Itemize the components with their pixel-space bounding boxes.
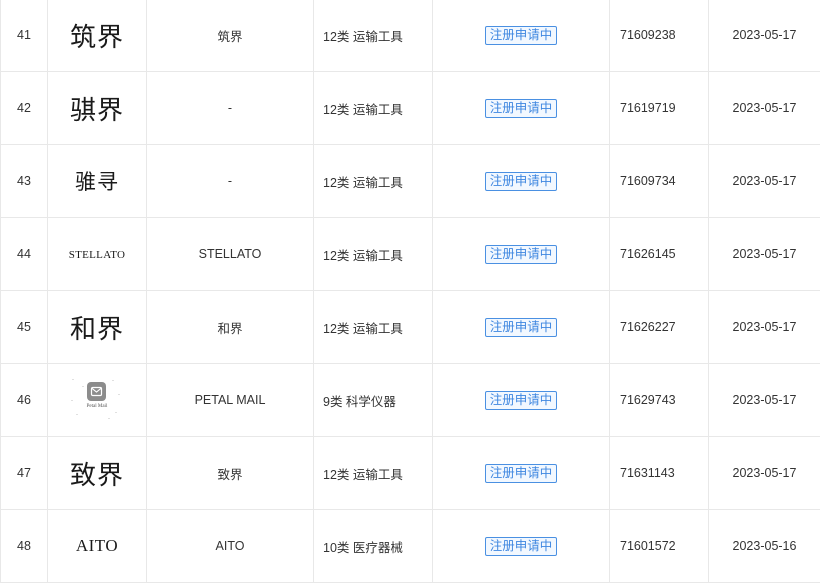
status-badge: 注册申请中 — [485, 99, 558, 118]
logo-text: 骓寻 — [75, 170, 119, 194]
application-date: 2023-05-16 — [709, 510, 820, 583]
table-row[interactable]: 43 骓寻 - 12类 运输工具 注册申请中 71609734 2023-05-… — [1, 145, 820, 218]
logo-text: 骐界 — [70, 96, 124, 126]
row-number: 45 — [1, 291, 48, 364]
trademark-name: - — [147, 145, 314, 218]
logo-text: 致界 — [70, 461, 124, 491]
trademark-logo: AITO — [48, 510, 147, 583]
trademark-class: 12类 运输工具 — [314, 145, 433, 218]
logo-text: STELLATO — [69, 249, 126, 261]
trademark-logo: STELLATO — [48, 218, 147, 291]
row-number: 41 — [1, 0, 48, 72]
table-row[interactable]: 45 和界 和界 12类 运输工具 注册申请中 71626227 2023-05… — [1, 291, 820, 364]
trademark-name: - — [147, 72, 314, 145]
table-row[interactable]: 41 筑界 筑界 12类 运输工具 注册申请中 71609238 2023-05… — [1, 0, 820, 72]
status-badge: 注册申请中 — [485, 245, 558, 264]
row-number: 43 — [1, 145, 48, 218]
trademark-logo: 筑界 — [48, 0, 147, 72]
registration-number: 71631143 — [610, 437, 709, 510]
trademark-logo: Petal Mail — [48, 364, 147, 437]
status-badge: 注册申请中 — [485, 172, 558, 191]
trademark-name: 致界 — [147, 437, 314, 510]
registration-number: 71601572 — [610, 510, 709, 583]
application-date: 2023-05-17 — [709, 0, 820, 72]
row-number: 47 — [1, 437, 48, 510]
status-badge: 注册申请中 — [485, 26, 558, 45]
registration-number: 71609238 — [610, 0, 709, 72]
trademark-name: PETAL MAIL — [147, 364, 314, 437]
trademark-class: 12类 运输工具 — [314, 291, 433, 364]
table-row[interactable]: 42 骐界 - 12类 运输工具 注册申请中 71619719 2023-05-… — [1, 72, 820, 145]
registration-number: 71626145 — [610, 218, 709, 291]
table-row[interactable]: 46 Petal — [1, 364, 820, 437]
trademark-name: AITO — [147, 510, 314, 583]
application-date: 2023-05-17 — [709, 364, 820, 437]
mail-app-icon — [87, 382, 106, 401]
status-badge: 注册申请中 — [485, 464, 558, 483]
trademark-logo: 致界 — [48, 437, 147, 510]
trademark-class: 12类 运输工具 — [314, 72, 433, 145]
registration-number: 71619719 — [610, 72, 709, 145]
application-date: 2023-05-17 — [709, 72, 820, 145]
trademark-name: STELLATO — [147, 218, 314, 291]
trademark-class: 10类 医疗器械 — [314, 510, 433, 583]
application-date: 2023-05-17 — [709, 145, 820, 218]
table-row[interactable]: 47 致界 致界 12类 运输工具 注册申请中 71631143 2023-05… — [1, 437, 820, 510]
registration-number: 71626227 — [610, 291, 709, 364]
registration-number: 71609734 — [610, 145, 709, 218]
trademark-name: 筑界 — [147, 0, 314, 72]
status-badge: 注册申请中 — [485, 537, 558, 556]
trademark-logo: 骐界 — [48, 72, 147, 145]
petal-mail-logo: Petal Mail — [68, 376, 126, 422]
logo-text: 筑界 — [70, 23, 124, 53]
status-badge: 注册申请中 — [485, 318, 558, 337]
status-badge: 注册申请中 — [485, 391, 558, 410]
trademark-class: 12类 运输工具 — [314, 437, 433, 510]
table-row[interactable]: 48 AITO AITO 10类 医疗器械 注册申请中 71601572 202… — [1, 510, 820, 583]
application-date: 2023-05-17 — [709, 437, 820, 510]
logo-caption: Petal Mail — [68, 404, 126, 409]
trademark-name: 和界 — [147, 291, 314, 364]
trademark-class: 9类 科学仪器 — [314, 364, 433, 437]
row-number: 48 — [1, 510, 48, 583]
trademark-logo: 和界 — [48, 291, 147, 364]
logo-text: 和界 — [70, 315, 124, 345]
trademark-logo: 骓寻 — [48, 145, 147, 218]
application-date: 2023-05-17 — [709, 218, 820, 291]
table-row[interactable]: 44 STELLATO STELLATO 12类 运输工具 注册申请中 7162… — [1, 218, 820, 291]
application-date: 2023-05-17 — [709, 291, 820, 364]
registration-number: 71629743 — [610, 364, 709, 437]
row-number: 46 — [1, 364, 48, 437]
row-number: 44 — [1, 218, 48, 291]
trademark-class: 12类 运输工具 — [314, 218, 433, 291]
row-number: 42 — [1, 72, 48, 145]
trademark-table: 41 筑界 筑界 12类 运输工具 注册申请中 71609238 2023-05… — [0, 0, 820, 583]
trademark-class: 12类 运输工具 — [314, 0, 433, 72]
logo-text: AITO — [76, 536, 118, 555]
